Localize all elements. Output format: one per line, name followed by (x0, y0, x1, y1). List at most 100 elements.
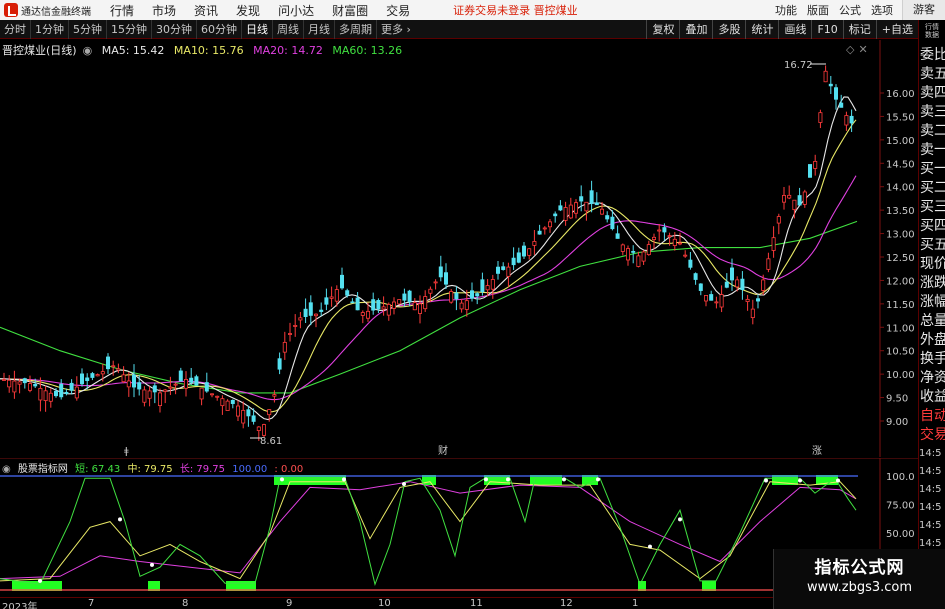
candle-down (480, 279, 485, 293)
menu-function[interactable]: 功能 (770, 2, 802, 18)
candle-down (688, 259, 693, 268)
candle-up (636, 255, 641, 267)
candle-up (168, 386, 173, 389)
event-marker-limit[interactable]: 涨 (812, 445, 822, 457)
panel-field-label[interactable]: 自动 (919, 407, 945, 426)
candle-down (189, 377, 194, 383)
period-1min[interactable]: 1分钟 (31, 19, 69, 39)
chevron-down-icon[interactable]: ◉ (83, 44, 93, 57)
menu-market[interactable]: 市场 (143, 2, 185, 19)
candle-up (157, 392, 162, 406)
login-warning[interactable]: 证券交易未登录 晋控煤业 (453, 2, 578, 18)
guest-button[interactable]: 游客 (902, 0, 945, 20)
menu-discover[interactable]: 发现 (227, 2, 269, 19)
draw-line-button[interactable]: 画线 (778, 19, 811, 39)
indicator-short-line (0, 477, 857, 587)
mark-button[interactable]: 标记 (842, 19, 876, 39)
indicator-marker-dot (798, 478, 802, 483)
indicator-marker-dot (678, 517, 682, 522)
watermark-url: www.zbgs3.com (806, 580, 913, 595)
candle-down (137, 382, 142, 390)
candle-up (116, 368, 121, 371)
candle-down (194, 376, 199, 386)
candle-up (126, 380, 131, 388)
indicator-long: 长: 79.75 (179, 464, 226, 475)
candle-down (204, 382, 209, 392)
candle-down (59, 383, 64, 398)
period-weekly[interactable]: 周线 (273, 19, 304, 39)
candle-down (756, 298, 761, 302)
candle-up (147, 390, 152, 399)
candle-down (80, 373, 85, 385)
indicator-toggle-icon[interactable]: ◉ (2, 464, 11, 475)
menu-quotes[interactable]: 行情 (101, 2, 143, 19)
event-marker-finance[interactable]: 财 (438, 444, 448, 457)
candle-down (797, 195, 802, 206)
menu-formula[interactable]: 公式 (834, 2, 866, 18)
price-tick-label: 14.50 (886, 159, 915, 170)
price-tick-label: 10.00 (886, 370, 915, 381)
candle-up (818, 112, 823, 123)
date-tick: 11 (470, 598, 483, 609)
price-tick-label: 15.00 (886, 136, 915, 147)
panel-field-label: 买三 (920, 199, 945, 215)
candle-up (272, 394, 277, 397)
diamond-icon[interactable]: ◇ (846, 43, 858, 56)
period-monthly[interactable]: 月线 (304, 19, 335, 39)
app-logo-icon (4, 3, 18, 17)
ma10-line (0, 119, 857, 413)
candle-up (813, 161, 818, 169)
period-more[interactable]: 更多 › (377, 20, 415, 39)
candle-down (698, 283, 703, 291)
f10-button[interactable]: F10 (811, 19, 842, 39)
menu-wealth[interactable]: 财富圈 (323, 2, 377, 19)
period-intraday[interactable]: 分时 (0, 19, 31, 39)
panel-field-label[interactable]: 交易 (919, 426, 945, 445)
candle-up (750, 308, 755, 319)
quote-side-panel: 行情 数据 委比 卖五 卖四 卖三 卖二 卖一 买一 买二 买三 买四 买五 现价 涨跌 涨幅 总量 外盘 换手… (918, 20, 945, 609)
indicator-marker-dot (596, 477, 600, 482)
candle-up (215, 395, 220, 398)
overlay-button[interactable]: 叠加 (679, 19, 712, 39)
price-tick-label: 15.50 (886, 112, 915, 123)
candle-down (594, 202, 599, 206)
toolbar-right: 复权 叠加 多股 统计 画线 F10 标记 +自选 (646, 19, 918, 39)
candle-down (522, 245, 527, 257)
indicator-name[interactable]: 股票指标网 (18, 464, 68, 475)
adjust-button[interactable]: 复权 (646, 19, 679, 39)
add-watchlist-button[interactable]: +自选 (875, 19, 918, 39)
period-30min[interactable]: 30分钟 (152, 19, 197, 39)
candle-down (371, 299, 376, 311)
candle-down (724, 281, 729, 288)
stock-name[interactable]: 晋控煤业(日线) (2, 44, 77, 57)
menu-layout[interactable]: 版面 (802, 2, 834, 18)
menu-news[interactable]: 资讯 (185, 2, 227, 19)
candle-up (652, 236, 657, 240)
indicator-marker-dot (484, 477, 488, 482)
close-icon[interactable]: ✕ (858, 43, 871, 56)
period-5min[interactable]: 5分钟 (69, 19, 107, 39)
menu-ask[interactable]: 问小达 (269, 2, 323, 19)
period-60min[interactable]: 60分钟 (197, 19, 242, 39)
menu-trade[interactable]: 交易 (377, 2, 419, 19)
menu-options[interactable]: 选项 (866, 2, 898, 18)
candle-up (209, 393, 214, 396)
panel-field-label: 卖三 (920, 104, 945, 120)
panel-field-label: 外盘 (920, 332, 945, 348)
app-title: 通达信金融终端 (21, 6, 91, 18)
candle-down (22, 378, 27, 384)
tick-time: 14:5 (919, 520, 942, 531)
statistics-button[interactable]: 统计 (745, 19, 778, 39)
candle-up (100, 371, 105, 375)
candle-up (17, 381, 22, 385)
multi-stock-button[interactable]: 多股 (712, 19, 745, 39)
candle-down (355, 297, 360, 311)
period-15min[interactable]: 15分钟 (107, 19, 152, 39)
candle-down (402, 293, 407, 301)
candlestick-chart[interactable]: 16.00 15.50 15.00 14.50 14.00 13.50 13.00 12.50… (0, 40, 918, 457)
period-multi[interactable]: 多周期 (335, 19, 377, 39)
price-tick-label: 16.00 (886, 89, 915, 100)
period-daily[interactable]: 日线 (242, 19, 273, 39)
indicator-marker-dot (280, 477, 284, 482)
indicator-marker-dot (562, 477, 566, 482)
